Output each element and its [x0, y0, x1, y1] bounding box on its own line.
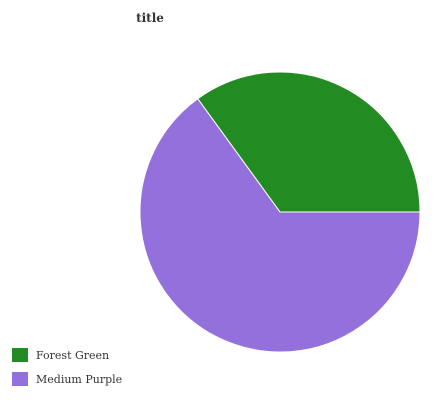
pie-slices	[139, 71, 421, 353]
pie-chart: title Forest Green Medium Purple	[12, 11, 421, 386]
legend-swatch-medium-purple	[12, 372, 28, 386]
legend-label-medium-purple: Medium Purple	[36, 373, 122, 386]
legend-swatch-forest-green	[12, 348, 28, 362]
chart-title: title	[136, 11, 164, 25]
legend-label-forest-green: Forest Green	[36, 349, 109, 362]
legend: Forest Green Medium Purple	[12, 348, 122, 386]
